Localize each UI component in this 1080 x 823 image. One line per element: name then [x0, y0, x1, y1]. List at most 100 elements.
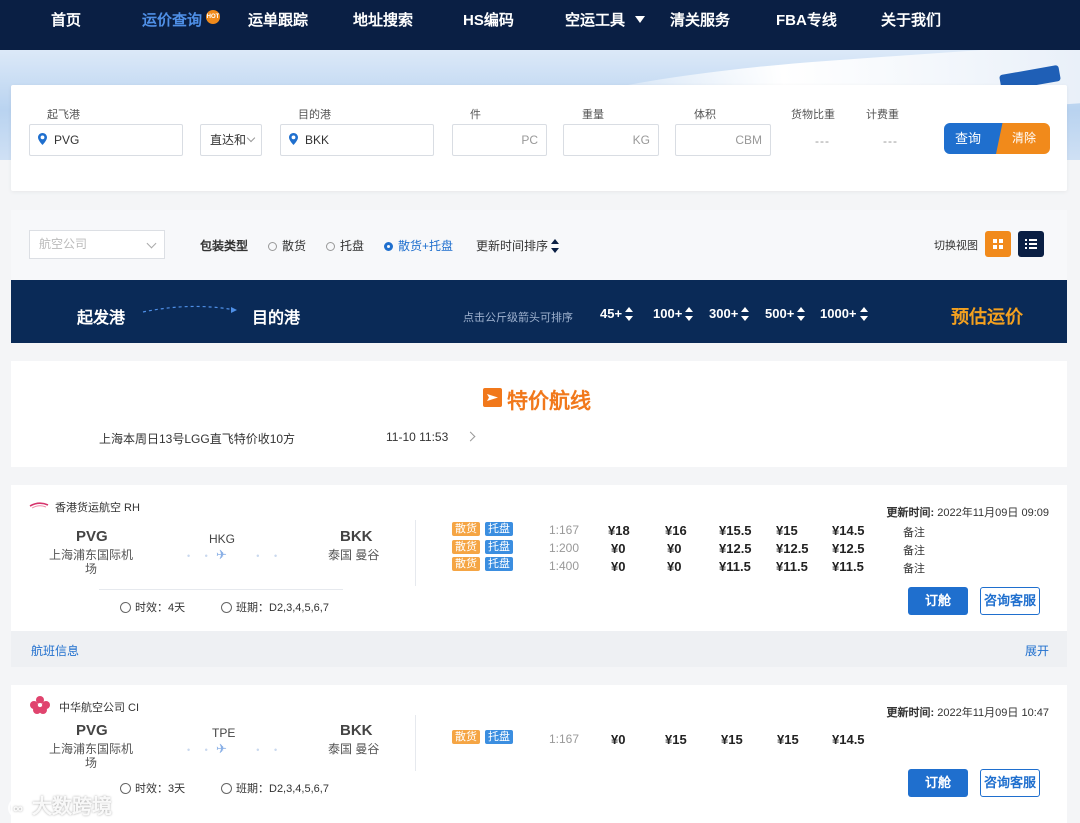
clock-icon [120, 602, 131, 613]
nav-rate-query[interactable]: 运价查询 HOT [142, 0, 221, 50]
update-time: 更新时间: 2022年11月09日 10:47 [887, 704, 1049, 720]
nav-about[interactable]: 关于我们 [881, 0, 941, 50]
nav-hs-code[interactable]: HS编码 [463, 0, 514, 50]
radio-bulk-pallet-label: 散货+托盘 [398, 239, 454, 253]
nav-air-tools[interactable]: 空运工具 [565, 0, 646, 50]
route-card: 香港货运航空 RH 更新时间: 2022年11月09日 09:09 PVG 上海… [11, 485, 1067, 631]
route-type-value: 直达和 [210, 133, 247, 147]
radio-pallet[interactable]: 托盘 [326, 237, 364, 254]
origin-code: PVG [76, 528, 108, 545]
nav-home[interactable]: 首页 [51, 0, 81, 50]
list-view-button[interactable] [1018, 231, 1044, 257]
price-100: ¥16 [665, 523, 687, 538]
price-300: ¥11.5 [719, 559, 751, 574]
grid-view-button[interactable] [985, 231, 1011, 257]
radio-selected-icon [384, 242, 393, 251]
remark-link[interactable]: 备注 [903, 560, 925, 576]
transit-time: 时效：4天 [120, 599, 185, 615]
transit-time-value: 时效：3天 [135, 783, 186, 795]
weight-label: 1000+ [820, 306, 857, 321]
plane-tag-icon [483, 388, 502, 407]
sort-arrows-icon [859, 307, 868, 321]
volume-label: 体积 [694, 109, 716, 121]
price-45: ¥0 [611, 732, 626, 747]
origin-airport-name: 上海浦东国际机场 [48, 742, 133, 770]
sort-300[interactable]: 300+ [709, 306, 750, 321]
dest-city-name: 泰国 曼谷 [328, 548, 380, 562]
book-button[interactable]: 订舱 [908, 769, 968, 797]
nav-customs[interactable]: 清关服务 [670, 0, 730, 50]
nav-address-search[interactable]: 地址搜索 [353, 0, 413, 50]
airline-logo-icon [30, 696, 50, 714]
sort-1000[interactable]: 1000+ [820, 306, 868, 321]
density-ratio: 1:200 [549, 541, 580, 555]
airline-select-placeholder: 航空公司 [39, 237, 88, 251]
special-route-text[interactable]: 上海本周日13号LGG直飞特价收10方 [99, 430, 295, 447]
weight-input[interactable]: KG [563, 124, 659, 156]
query-button[interactable]: 查询 [944, 123, 1004, 154]
expand-link[interactable]: 展开 [1025, 642, 1049, 659]
pieces-input[interactable]: PC [452, 124, 547, 156]
transit-time: 时效：3天 [120, 780, 185, 796]
volume-unit: CBM [735, 133, 762, 147]
price-1000: ¥12.5 [832, 541, 865, 556]
sort-500[interactable]: 500+ [765, 306, 806, 321]
origin-label: 起飞港 [47, 109, 80, 121]
price-1000: ¥14.5 [832, 732, 865, 747]
weight-label: 100+ [653, 306, 683, 321]
origin-input[interactable]: PVG [29, 124, 183, 156]
nav-tracking[interactable]: 运单跟踪 [248, 0, 308, 50]
price-500: ¥11.5 [776, 559, 808, 574]
price-500: ¥15 [777, 732, 799, 747]
header-dest: 目的港 [252, 310, 301, 327]
clock-icon [221, 783, 232, 794]
radio-bulk[interactable]: 散货 [268, 237, 306, 254]
chevron-right-icon[interactable] [465, 431, 476, 442]
price-300: ¥15.5 [719, 523, 752, 538]
radio-bulk-label: 散货 [282, 239, 307, 253]
route-type-select[interactable]: 直达和 [200, 124, 262, 156]
remark-link[interactable]: 备注 [903, 542, 925, 558]
radio-bulk-pallet[interactable]: 散货+托盘 [384, 237, 453, 254]
volume-input[interactable]: CBM [675, 124, 771, 156]
update-time-label: 更新时间: [886, 707, 935, 719]
weight-unit: KG [632, 133, 650, 147]
airline-select[interactable]: 航空公司 [29, 230, 165, 259]
sort-hint: 点击公斤级箭头可排序 [463, 312, 573, 324]
consult-button[interactable]: 咨询客服 [980, 587, 1040, 615]
airline-name: 中华航空公司 CI [59, 702, 140, 714]
estimated-rate-title: 预估运价 [951, 307, 1023, 327]
pieces-unit: PC [521, 133, 538, 147]
book-button[interactable]: 订舱 [908, 587, 968, 615]
price-300: ¥12.5 [719, 541, 752, 556]
clock-icon [221, 602, 232, 613]
plane-icon: ✈ [216, 741, 227, 756]
clear-button[interactable]: 清除 [996, 123, 1050, 154]
consult-button[interactable]: 咨询客服 [980, 769, 1040, 797]
dest-input[interactable]: BKK [280, 124, 434, 156]
price-45: ¥0 [611, 541, 626, 556]
special-routes: 特价航线 上海本周日13号LGG直飞特价收10方 11-10 11:53 [11, 361, 1067, 467]
chargeable-value: --- [883, 134, 898, 148]
update-time-value: 2022年11月09日 09:09 [937, 507, 1049, 519]
density-value: --- [815, 134, 830, 148]
sort-45[interactable]: 45+ [600, 306, 634, 321]
transit-time-value: 时效：4天 [135, 602, 186, 614]
flight-info-link[interactable]: 航班信息 [31, 642, 79, 659]
sort-arrows-icon [685, 307, 694, 321]
remark-link[interactable]: 备注 [903, 524, 925, 540]
dest-city-name: 泰国 曼谷 [328, 742, 380, 756]
nav-fba[interactable]: FBA专线 [776, 0, 837, 50]
clock-icon [120, 783, 131, 794]
special-routes-title: 特价航线 [507, 390, 591, 413]
price-1000: ¥11.5 [832, 559, 864, 574]
sort-100[interactable]: 100+ [653, 306, 694, 321]
chargeable-label: 计费重 [866, 109, 899, 121]
tag-bulk: 散货 [452, 522, 480, 536]
schedule-value: 班期：D2,3,4,5,6,7 [236, 602, 329, 614]
nav-air-tools-label: 空运工具 [565, 12, 626, 29]
results-header: 起发港 目的港 点击公斤级箭头可排序 45+ 100+ 300+ 500+ 10… [11, 280, 1067, 343]
transit-airport: HKG [209, 532, 236, 546]
sort-by-update-time[interactable]: 更新时间排序 [476, 237, 560, 254]
dest-value: BKK [305, 133, 330, 147]
